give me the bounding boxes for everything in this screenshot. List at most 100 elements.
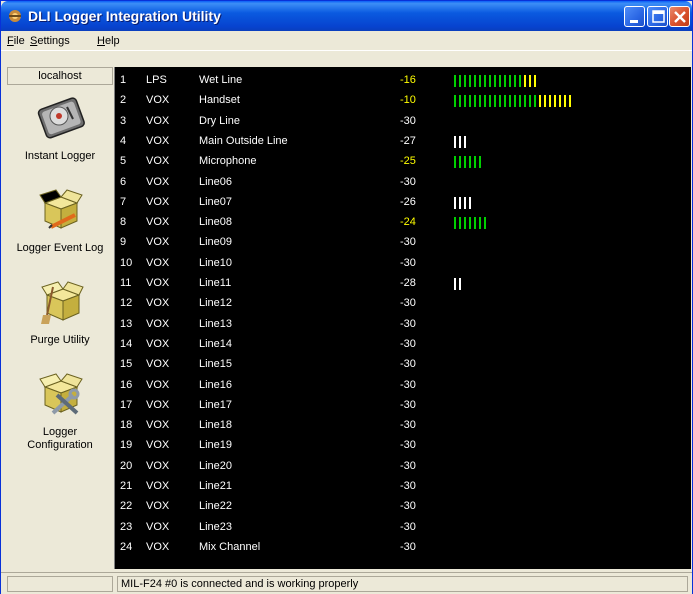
meter-bar [454,278,456,290]
logger-event-log-button[interactable]: Logger Event Log [7,185,113,260]
title-bar[interactable]: DLI Logger Integration Utility [1,1,692,31]
channel-row[interactable]: 9 VOX Line09 -30 [115,233,692,253]
channel-level: -30 [400,236,416,249]
meter-bar [484,95,486,108]
instant-logger-label: Instant Logger [24,150,96,162]
channel-row[interactable]: 16 VOX Line16 -30 [115,376,692,396]
channel-name: Line23 [199,520,233,533]
channel-row[interactable]: 18 VOX Line18 -30 [115,416,692,436]
channel-row[interactable]: 13 VOX Line13 -30 [115,315,692,335]
menu-file-mnemonic: F [7,35,14,47]
channel-row[interactable]: 4 VOX Main Outside Line -27 [115,132,692,152]
channel-level: -30 [400,520,416,533]
logger-event-log-label: Logger Event Log [16,242,104,254]
channel-row[interactable]: 19 VOX Line19 -30 [115,436,692,456]
channel-name: Dry Line [199,114,240,127]
channel-row[interactable]: 15 VOX Line15 -30 [115,355,692,375]
channel-row[interactable]: 14 VOX Line14 -30 [115,335,692,355]
channel-row[interactable]: 24 VOX Mix Channel -30 [115,538,692,558]
channel-number: 22 [120,500,133,513]
channel-row[interactable]: 3 VOX Dry Line -30 [115,112,692,132]
channel-level: -30 [400,378,416,391]
channel-name: Line11 [199,277,232,289]
menu-bar: File Settings Help [1,31,692,51]
channel-number: 19 [120,439,133,452]
channel-type: VOX [146,297,170,310]
channel-monitor: 1 LPS Wet Line -16 2 VOX Handset -10 3 VOX Dry Lin… [114,67,691,569]
channel-row[interactable]: 22 VOX Line22 -30 [115,497,692,517]
meter-bar [459,278,461,290]
channel-type: VOX [146,114,170,127]
channel-level: -30 [400,439,416,452]
meter-bar [459,196,461,209]
channel-row[interactable]: 6 VOX Line06 -30 [115,173,692,193]
meter-bar [524,95,526,108]
minimize-icon [630,20,638,23]
channel-name: Line09 [199,236,233,249]
channel-row[interactable]: 12 VOX Line12 -30 [115,294,692,314]
channel-row[interactable]: 5 VOX Microphone -25 [115,152,692,172]
channel-row[interactable]: 2 VOX Handset -10 [115,91,692,111]
channel-number: 7 [120,195,127,208]
channel-row[interactable]: 8 VOX Line08 -24 [115,213,692,233]
channel-row[interactable]: 10 VOX Line10 -30 [115,254,692,274]
menu-settings[interactable]: Settings [30,35,70,47]
channel-level: -26 [400,195,416,208]
menu-file-label: ile [13,35,25,47]
channel-type: VOX [146,520,170,533]
channel-level: -30 [400,540,416,553]
meter-bar [479,75,481,87]
meter-bar [454,196,456,209]
channel-level: -30 [400,419,416,432]
meter-bar [474,75,476,87]
meter-bar [484,75,486,87]
channel-type: VOX [146,277,170,289]
purge-utility-button[interactable]: Purge Utility [7,277,113,352]
channel-row[interactable]: 17 VOX Line17 -30 [115,396,692,416]
maximize-button[interactable] [647,6,668,27]
channel-type: VOX [146,256,170,269]
channel-name: Mix Channel [199,540,261,553]
meter-bar [494,75,496,87]
channel-type: VOX [146,236,170,249]
channel-row[interactable]: 21 VOX Line21 -30 [115,477,692,497]
minimize-button[interactable] [624,6,645,27]
channel-type: VOX [146,439,170,452]
meter-bar [454,156,456,169]
channel-number: 17 [120,398,133,411]
channel-number: 12 [120,297,133,310]
channel-row[interactable]: 11 VOX Line11 -28 [115,274,692,294]
logger-configuration-button[interactable]: Logger Configuration [7,369,113,459]
channel-type: VOX [146,94,170,107]
channel-number: 14 [120,337,133,350]
meter-bar [504,95,506,108]
channel-type: VOX [146,540,170,553]
close-button[interactable] [669,6,690,27]
instant-logger-button[interactable]: Instant Logger [7,93,113,168]
channel-type: VOX [146,317,170,330]
channel-level: -28 [400,277,416,289]
channel-name: Line13 [199,317,233,330]
meter-bar [544,95,546,108]
menu-help[interactable]: Help [97,35,120,47]
channel-row[interactable]: 7 VOX Line07 -26 [115,193,692,213]
channel-name: Handset [199,94,240,107]
channel-type: VOX [146,378,170,391]
channel-number: 10 [120,256,133,269]
meter-bar [464,196,466,209]
channel-name: Line07 [199,195,233,208]
channel-level: -30 [400,175,416,188]
channel-row[interactable]: 1 LPS Wet Line -16 [115,71,692,91]
channel-level: -27 [400,134,416,147]
channel-type: VOX [146,500,170,513]
channel-row[interactable]: 20 VOX Line20 -30 [115,457,692,477]
meter-bar [459,156,461,169]
menu-file[interactable]: File [7,35,25,47]
channel-name: Line17 [199,398,233,411]
app-icon[interactable] [7,8,23,24]
meter-bar [459,135,461,148]
menu-help-label: elp [104,35,120,47]
channel-row[interactable]: 23 VOX Line23 -30 [115,518,692,538]
meter-bar [474,156,476,169]
channel-level: -30 [400,459,416,472]
